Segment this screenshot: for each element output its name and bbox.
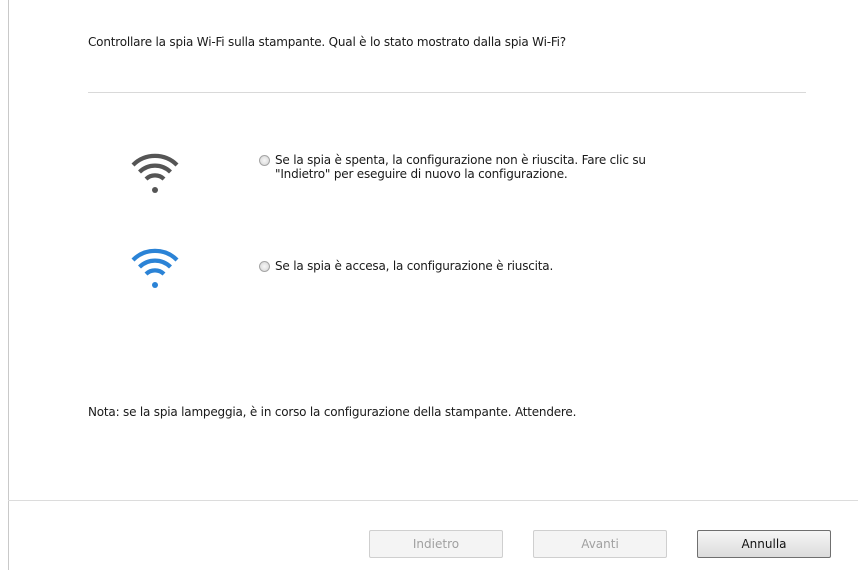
wifi-off-icon bbox=[131, 147, 179, 195]
window-left-border bbox=[8, 0, 9, 570]
option-wifi-on-line1: Se la spia è accesa, la configurazione è… bbox=[275, 259, 554, 273]
option-wifi-off-line2: "Indietro" per eseguire di nuovo la conf… bbox=[275, 167, 568, 181]
separator bbox=[88, 92, 806, 93]
next-button[interactable]: Avanti bbox=[533, 530, 667, 558]
option-wifi-off[interactable]: Se la spia è spenta, la configurazione n… bbox=[259, 153, 646, 181]
cancel-button[interactable]: Annulla bbox=[697, 530, 831, 558]
option-wifi-on[interactable]: Se la spia è accesa, la configurazione è… bbox=[259, 259, 553, 273]
option-wifi-off-line1: Se la spia è spenta, la configurazione n… bbox=[275, 153, 646, 167]
wifi-on-icon bbox=[131, 242, 179, 290]
radio-wifi-off[interactable] bbox=[259, 155, 270, 166]
footer-separator bbox=[8, 500, 858, 501]
radio-wifi-on[interactable] bbox=[259, 261, 270, 272]
option-wifi-off-label: Se la spia è spenta, la configurazione n… bbox=[275, 153, 646, 181]
note-text: Nota: se la spia lampeggia, è in corso l… bbox=[88, 405, 577, 419]
option-wifi-on-label: Se la spia è accesa, la configurazione è… bbox=[275, 259, 553, 273]
question-text: Controllare la spia Wi-Fi sulla stampant… bbox=[88, 35, 566, 49]
back-button[interactable]: Indietro bbox=[369, 530, 503, 558]
